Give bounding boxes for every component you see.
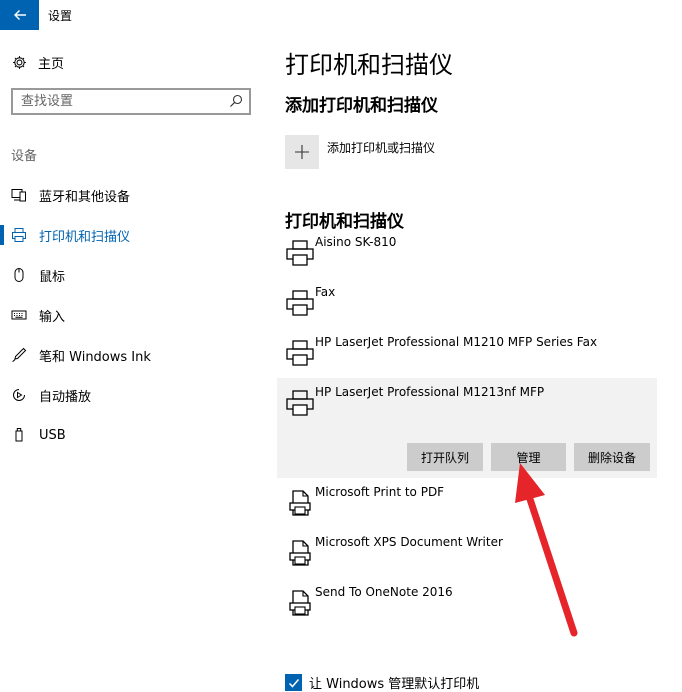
default-printer-checkbox-row[interactable]: 让 Windows 管理默认打印机: [285, 673, 479, 692]
virtual-printer-icon: [289, 490, 311, 516]
printer-name: Aisino SK-810: [315, 235, 397, 249]
printer-actions: 打开队列 管理 删除设备: [407, 443, 650, 471]
printer-name: HP LaserJet Professional M1210 MFP Serie…: [315, 335, 598, 349]
printer-item[interactable]: Fax: [277, 278, 657, 328]
printer-item[interactable]: Send To OneNote 2016: [277, 578, 657, 628]
printer-item-selected[interactable]: HP LaserJet Professional M1213nf MFP 打开队…: [277, 378, 657, 478]
printer-icon: [286, 390, 314, 416]
virtual-printer-icon: [289, 540, 311, 566]
keyboard-icon: [11, 307, 27, 323]
sidebar-item-autoplay[interactable]: 自动播放: [0, 375, 262, 415]
sidebar-item-label: 自动播放: [39, 389, 92, 405]
search-box[interactable]: [11, 88, 251, 115]
open-queue-button[interactable]: 打开队列: [407, 443, 483, 471]
sidebar-item-label: 笔和 Windows Ink: [39, 349, 151, 365]
printer-icon: [286, 240, 314, 266]
add-printer-label: 添加打印机或扫描仪: [327, 140, 436, 155]
sidebar-nav: 蓝牙和其他设备 打印机和扫描仪 鼠标 输入 笔和 Windows Ink 自动播…: [0, 175, 262, 455]
search-icon[interactable]: [229, 94, 243, 108]
plus-icon: [285, 135, 319, 169]
printer-name: Microsoft Print to PDF: [315, 485, 445, 499]
page-title: 打印机和扫描仪: [285, 51, 453, 79]
title-bar: 设置: [0, 0, 682, 30]
pen-icon: [11, 347, 27, 363]
default-printer-label: 让 Windows 管理默认打印机: [309, 677, 480, 692]
sidebar-item-typing[interactable]: 输入: [0, 295, 262, 335]
sidebar-item-label: 蓝牙和其他设备: [39, 189, 131, 205]
sidebar-item-mouse[interactable]: 鼠标: [0, 255, 262, 295]
printer-item[interactable]: Microsoft Print to PDF: [277, 478, 657, 528]
mouse-icon: [11, 267, 27, 283]
printer-item[interactable]: HP LaserJet Professional M1210 MFP Serie…: [277, 328, 657, 378]
home-link[interactable]: 主页: [11, 52, 64, 72]
autoplay-icon: [11, 387, 27, 403]
window-title: 设置: [48, 9, 73, 23]
main-content: 打印机和扫描仪 添加打印机和扫描仪 添加打印机或扫描仪 打印机和扫描仪 Aisi…: [277, 30, 682, 692]
sidebar-item-label: 输入: [39, 309, 66, 325]
printer-item[interactable]: Aisino SK-810: [277, 228, 657, 278]
printer-name: Microsoft XPS Document Writer: [315, 535, 503, 549]
sidebar-item-label: 打印机和扫描仪: [39, 229, 131, 245]
gear-icon: [11, 54, 27, 70]
section-heading-devices: 设备: [11, 149, 38, 164]
sidebar: 主页 设备 蓝牙和其他设备: [0, 30, 262, 692]
virtual-printer-icon: [289, 590, 311, 616]
back-button[interactable]: [0, 0, 39, 30]
printer-item[interactable]: Microsoft XPS Document Writer: [277, 528, 657, 578]
sidebar-item-usb[interactable]: USB: [0, 415, 262, 455]
printer-list: Aisino SK-810 Fax HP LaserJet Profession…: [277, 228, 657, 628]
bluetooth-devices-icon: [11, 187, 27, 203]
printer-icon: [286, 340, 314, 366]
sidebar-item-pen[interactable]: 笔和 Windows Ink: [0, 335, 262, 375]
printer-icon: [286, 290, 314, 316]
checkmark-icon: [288, 678, 299, 688]
sidebar-item-label: 鼠标: [39, 269, 66, 285]
printer-name: HP LaserJet Professional M1213nf MFP: [315, 385, 545, 399]
add-section-heading: 添加打印机和扫描仪: [285, 96, 438, 116]
usb-icon: [11, 427, 27, 443]
add-printer-button[interactable]: 添加打印机或扫描仪: [285, 135, 435, 169]
search-input[interactable]: [13, 90, 223, 113]
sidebar-item-printers[interactable]: 打印机和扫描仪: [0, 215, 262, 255]
sidebar-item-bluetooth[interactable]: 蓝牙和其他设备: [0, 175, 262, 215]
remove-device-button[interactable]: 删除设备: [574, 443, 650, 471]
home-label: 主页: [38, 56, 65, 72]
printer-icon: [11, 227, 27, 243]
manage-button[interactable]: 管理: [491, 443, 566, 471]
sidebar-item-label: USB: [39, 427, 66, 443]
printer-name: Send To OneNote 2016: [315, 585, 453, 599]
default-printer-checkbox[interactable]: [285, 674, 302, 691]
printer-name: Fax: [315, 285, 336, 299]
back-arrow-icon: [13, 10, 26, 20]
